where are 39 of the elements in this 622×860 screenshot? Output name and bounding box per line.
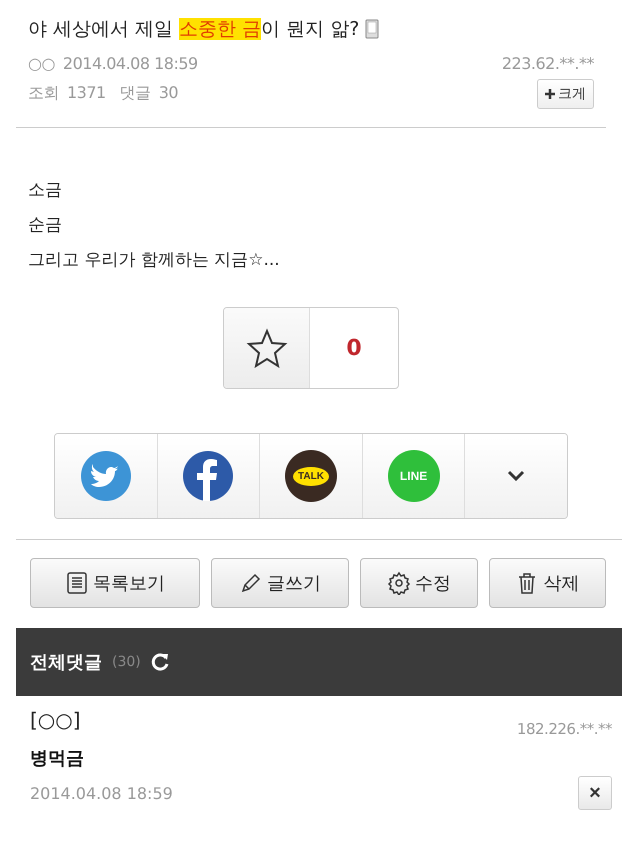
plus-icon bbox=[545, 89, 555, 99]
action-button[interactable]: 삭제 bbox=[488, 558, 606, 608]
action-button[interactable]: 수정 bbox=[360, 558, 478, 608]
post-date: 2014.04.08 18:59 bbox=[62, 54, 198, 73]
phone-icon bbox=[365, 19, 380, 39]
star-icon bbox=[244, 326, 288, 370]
comments-count: 30 bbox=[158, 83, 178, 104]
comment-author: [○○] bbox=[30, 708, 81, 732]
document-icon bbox=[64, 571, 89, 595]
close-button[interactable]: × bbox=[578, 776, 612, 810]
chat-icon: LINE bbox=[388, 450, 440, 502]
comments-label: 댓글 bbox=[120, 83, 151, 104]
comments-count: (30) bbox=[112, 654, 141, 670]
enlarge-button[interactable]: 크게 bbox=[537, 79, 594, 109]
views-count: 1371 bbox=[67, 83, 106, 104]
post-title: 야 세상에서 제일 소중한 금이 뭔지 앎? bbox=[28, 17, 360, 42]
facebook-icon bbox=[182, 450, 234, 502]
chat-bubble-icon: TALK bbox=[284, 450, 337, 502]
comment-text: 병먹금 bbox=[30, 747, 85, 770]
comment-date: 2014.04.08 18:59 bbox=[30, 784, 173, 802]
gear-icon bbox=[387, 571, 412, 595]
comments-title: 전체댓글 bbox=[30, 651, 102, 674]
chevron-down-icon bbox=[506, 469, 526, 483]
action-button[interactable]: 목록보기 bbox=[30, 558, 200, 608]
body-text: 소금 bbox=[28, 179, 63, 201]
recommend-count: 0 bbox=[345, 334, 363, 362]
ip-address: 223.62.**.** bbox=[502, 54, 594, 73]
body-text: 그리고 우리가 함께하는 지금☆... bbox=[28, 249, 281, 271]
share-button[interactable] bbox=[55, 434, 158, 518]
views-label: 조회 bbox=[28, 83, 59, 104]
share-button[interactable] bbox=[158, 434, 260, 518]
bird-icon bbox=[80, 450, 132, 502]
refresh-icon[interactable] bbox=[150, 652, 171, 672]
share-button[interactable]: TALK bbox=[260, 434, 363, 518]
recommend-button[interactable] bbox=[224, 308, 310, 388]
author-name: ○○ bbox=[28, 54, 55, 73]
comment-ip: 182.226.**.** bbox=[516, 720, 612, 738]
action-button[interactable]: 글쓰기 bbox=[210, 558, 350, 608]
body-text: 순금 bbox=[28, 214, 63, 236]
